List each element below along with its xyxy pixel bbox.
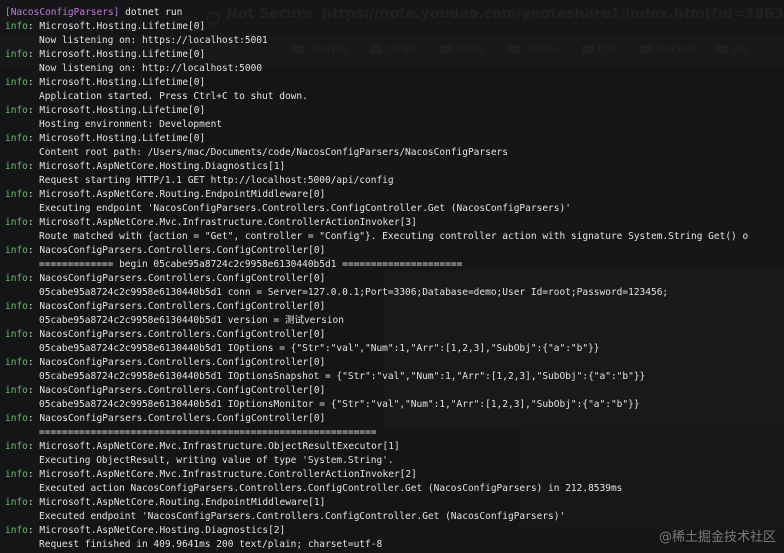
log-separator: : <box>27 357 40 368</box>
log-source: NacosConfigParsers.Controllers.ConfigCon… <box>39 245 326 256</box>
log-message: Hosting environment: Development <box>39 119 223 130</box>
log-separator: : <box>27 329 40 340</box>
log-separator: : <box>27 441 40 452</box>
log-level: info <box>5 49 28 60</box>
log-source: Microsoft.AspNetCore.Mvc.Infrastructure.… <box>39 217 417 228</box>
log-source: Microsoft.Hosting.Lifetime[0] <box>39 49 206 60</box>
log-message: 05cabe95a8724c2c9958e6130440b5d1 version… <box>39 315 344 326</box>
log-source-line: info: Microsoft.Hosting.Lifetime[0] <box>5 76 784 90</box>
log-level: info <box>5 301 28 312</box>
log-separator: : <box>27 245 40 256</box>
log-separator: : <box>27 273 40 284</box>
log-separator: : <box>27 413 40 424</box>
log-source-line: info: NacosConfigParsers.Controllers.Con… <box>5 356 784 370</box>
log-source-line: info: NacosConfigParsers.Controllers.Con… <box>5 300 784 314</box>
log-message: 05cabe95a8724c2c9958e6130440b5d1 IOption… <box>39 343 600 354</box>
log-source: Microsoft.AspNetCore.Routing.EndpointMid… <box>39 189 326 200</box>
log-message: Now listening on: https://localhost:5001 <box>39 35 268 46</box>
log-level: info <box>5 441 28 452</box>
log-source: Microsoft.AspNetCore.Routing.EndpointMid… <box>39 497 326 508</box>
log-source: Microsoft.AspNetCore.Hosting.Diagnostics… <box>39 525 286 536</box>
log-source-line: info: Microsoft.AspNetCore.Routing.Endpo… <box>5 496 784 510</box>
log-source-line: info: Microsoft.Hosting.Lifetime[0] <box>5 48 784 62</box>
log-source: Microsoft.AspNetCore.Mvc.Infrastructure.… <box>39 469 417 480</box>
log-source-line: info: Microsoft.AspNetCore.Mvc.Infrastru… <box>5 216 784 230</box>
log-message: Executing endpoint 'NacosConfigParsers.C… <box>39 203 571 214</box>
log-separator: : <box>27 77 40 88</box>
log-source-line: info: Microsoft.AspNetCore.Routing.Endpo… <box>5 188 784 202</box>
log-source-line: info: Microsoft.AspNetCore.Mvc.Infrastru… <box>5 440 784 454</box>
log-source-line: info: Microsoft.Hosting.Lifetime[0] <box>5 132 784 146</box>
log-message: ============= begin 05cabe95a8724c2c9958… <box>39 259 463 270</box>
log-source: NacosConfigParsers.Controllers.ConfigCon… <box>39 357 326 368</box>
log-source: Microsoft.Hosting.Lifetime[0] <box>39 105 206 116</box>
log-message: Application started. Press Ctrl+C to shu… <box>39 91 308 102</box>
log-level: info <box>5 357 28 368</box>
log-separator: : <box>27 497 40 508</box>
log-source: Microsoft.Hosting.Lifetime[0] <box>39 77 206 88</box>
log-separator: : <box>27 105 40 116</box>
log-separator: : <box>27 161 40 172</box>
log-separator: : <box>27 301 40 312</box>
log-level: info <box>5 497 28 508</box>
log-level: info <box>5 245 28 256</box>
log-separator: : <box>27 469 40 480</box>
log-source-line: info: Microsoft.AspNetCore.Hosting.Diagn… <box>5 160 784 174</box>
log-source: NacosConfigParsers.Controllers.ConfigCon… <box>39 301 326 312</box>
log-separator: : <box>27 133 40 144</box>
log-source-line: info: NacosConfigParsers.Controllers.Con… <box>5 412 784 426</box>
log-message: 05cabe95a8724c2c9958e6130440b5d1 conn = … <box>39 287 669 298</box>
log-source: NacosConfigParsers.Controllers.ConfigCon… <box>39 273 326 284</box>
log-source: NacosConfigParsers.Controllers.ConfigCon… <box>39 385 326 396</box>
log-source: Microsoft.AspNetCore.Hosting.Diagnostics… <box>39 161 286 172</box>
log-source-line: info: NacosConfigParsers.Controllers.Con… <box>5 328 784 342</box>
log-level: info <box>5 105 28 116</box>
log-level: info <box>5 413 28 424</box>
log-separator: : <box>27 21 40 32</box>
log-source: NacosConfigParsers.Controllers.ConfigCon… <box>39 329 326 340</box>
log-message: Now listening on: http://localhost:5000 <box>39 63 263 74</box>
log-separator: : <box>27 385 40 396</box>
log-message: ========================================… <box>39 427 377 438</box>
command-text: dotnet run <box>119 7 183 18</box>
log-message: Executed endpoint 'NacosConfigParsers.Co… <box>39 511 566 522</box>
log-level: info <box>5 133 28 144</box>
log-level: info <box>5 217 28 228</box>
log-level: info <box>5 77 28 88</box>
log-source-line: info: Microsoft.Hosting.Lifetime[0] <box>5 104 784 118</box>
log-level: info <box>5 525 28 536</box>
log-message: Executed action NacosConfigParsers.Contr… <box>39 483 623 494</box>
log-source: Microsoft.AspNetCore.Mvc.Infrastructure.… <box>39 441 400 452</box>
log-level: info <box>5 189 28 200</box>
log-level: info <box>5 161 28 172</box>
log-message: Executing ObjectResult, writing value of… <box>39 455 394 466</box>
log-source: NacosConfigParsers.Controllers.ConfigCon… <box>39 413 326 424</box>
prompt-line: [NacosConfigParsers] dotnet run <box>5 6 784 20</box>
log-source-line: info: Microsoft.AspNetCore.Mvc.Infrastru… <box>5 468 784 482</box>
log-level: info <box>5 21 28 32</box>
log-separator: : <box>27 525 40 536</box>
log-separator: : <box>27 189 40 200</box>
log-source: Microsoft.Hosting.Lifetime[0] <box>39 133 206 144</box>
log-message: 05cabe95a8724c2c9958e6130440b5d1 IOption… <box>39 399 640 410</box>
log-message: Route matched with {action = "Get", cont… <box>39 231 749 242</box>
log-separator: : <box>27 49 40 60</box>
watermark: @稀土掘金技术社区 <box>658 530 776 545</box>
prompt-directory: [NacosConfigParsers] <box>5 7 120 18</box>
log-level: info <box>5 273 28 284</box>
log-message: 05cabe95a8724c2c9958e6130440b5d1 IOption… <box>39 371 646 382</box>
log-source-line: info: NacosConfigParsers.Controllers.Con… <box>5 244 784 258</box>
log-message: Content root path: /Users/mac/Documents/… <box>39 147 508 158</box>
log-separator: : <box>27 217 40 228</box>
log-source-line: info: NacosConfigParsers.Controllers.Con… <box>5 384 784 398</box>
log-source: Microsoft.Hosting.Lifetime[0] <box>39 21 206 32</box>
terminal-output[interactable]: [NacosConfigParsers] dotnet run info: Mi… <box>0 0 784 553</box>
log-level: info <box>5 385 28 396</box>
log-level: info <box>5 329 28 340</box>
log-level: info <box>5 469 28 480</box>
log-source-line: info: Microsoft.Hosting.Lifetime[0] <box>5 20 784 34</box>
log-source-line: info: NacosConfigParsers.Controllers.Con… <box>5 272 784 286</box>
log-message: Request starting HTTP/1.1 GET http://loc… <box>39 175 394 186</box>
